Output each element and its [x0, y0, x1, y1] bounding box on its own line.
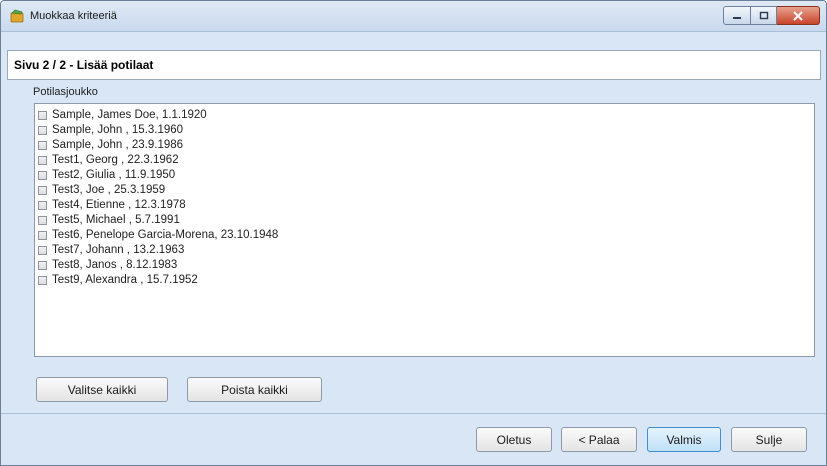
list-item[interactable]: Test5, Michael , 5.7.1991: [38, 213, 180, 227]
checkbox[interactable]: [38, 125, 47, 135]
group-label: Potilasjoukko: [33, 86, 98, 98]
page-title: Sivu 2 / 2 - Lisää potilaat: [14, 58, 154, 72]
list-item[interactable]: Test7, Johann , 13.2.1963: [38, 243, 184, 257]
checkbox[interactable]: [38, 245, 47, 255]
patient-label: Test6, Penelope Garcia-Morena, 23.10.194…: [52, 229, 279, 241]
checkbox[interactable]: [38, 185, 47, 195]
checkbox[interactable]: [38, 275, 47, 285]
finish-button[interactable]: Valmis: [647, 427, 721, 452]
title-bar[interactable]: Muokkaa kriteeriä: [1, 1, 826, 32]
list-item[interactable]: Sample, John , 23.9.1986: [38, 138, 183, 152]
patient-label: Test8, Janos , 8.12.1983: [52, 259, 178, 271]
close-icon: [793, 10, 803, 21]
checkbox[interactable]: [38, 110, 47, 120]
patient-label: Test5, Michael , 5.7.1991: [52, 214, 180, 226]
minimize-button[interactable]: [723, 6, 751, 25]
patient-label: Test3, Joe , 25.3.1959: [52, 184, 166, 196]
minimize-icon: [733, 16, 741, 19]
list-item[interactable]: Test2, Giulia , 11.9.1950: [38, 168, 175, 182]
window-controls: [723, 6, 820, 25]
maximize-icon: [759, 11, 768, 19]
checkbox[interactable]: [38, 200, 47, 210]
list-item[interactable]: Sample, John , 15.3.1960: [38, 123, 183, 137]
select-all-button[interactable]: Valitse kaikki: [36, 377, 168, 402]
page-header: Sivu 2 / 2 - Lisää potilaat: [7, 50, 821, 80]
list-item[interactable]: Test3, Joe , 25.3.1959: [38, 183, 165, 197]
patient-label: Sample, John , 23.9.1986: [52, 139, 184, 151]
patient-label: Sample, John , 15.3.1960: [52, 124, 184, 136]
checkbox[interactable]: [38, 155, 47, 165]
maximize-button[interactable]: [751, 6, 777, 25]
clear-all-button[interactable]: Poista kaikki: [187, 377, 322, 402]
close-window-button[interactable]: [777, 6, 820, 25]
list-item[interactable]: Test8, Janos , 8.12.1983: [38, 258, 177, 272]
edit-criteria-dialog: Muokkaa kriteeriä Sivu 2 / 2 - Lisää pot…: [0, 0, 827, 466]
checkbox[interactable]: [38, 170, 47, 180]
app-icon: [10, 9, 24, 23]
list-item[interactable]: Test4, Etienne , 12.3.1978: [38, 198, 186, 212]
list-item[interactable]: Test6, Penelope Garcia-Morena, 23.10.194…: [38, 228, 278, 242]
patient-label: Test4, Etienne , 12.3.1978: [52, 199, 186, 211]
patient-label: Test1, Georg , 22.3.1962: [52, 154, 179, 166]
patient-group: Potilasjoukko Sample, James Doe, 1.1.192…: [26, 86, 825, 405]
list-item[interactable]: Test1, Georg , 22.3.1962: [38, 153, 179, 167]
footer-divider: [1, 413, 826, 414]
checkbox[interactable]: [38, 215, 47, 225]
patient-label: Test7, Johann , 13.2.1963: [52, 244, 185, 256]
patient-label: Test2, Giulia , 11.9.1950: [52, 169, 176, 181]
patient-list[interactable]: Sample, James Doe, 1.1.1920 Sample, John…: [34, 103, 815, 357]
default-button[interactable]: Oletus: [476, 427, 552, 452]
checkbox[interactable]: [38, 260, 47, 270]
checkbox[interactable]: [38, 230, 47, 240]
patient-label: Test9, Alexandra , 15.7.1952: [52, 274, 198, 286]
patient-label: Sample, James Doe, 1.1.1920: [52, 109, 207, 121]
close-button[interactable]: Sulje: [731, 427, 807, 452]
back-button[interactable]: < Palaa: [561, 427, 637, 452]
list-item[interactable]: Sample, James Doe, 1.1.1920: [38, 108, 207, 122]
window-title: Muokkaa kriteeriä: [30, 10, 117, 22]
checkbox[interactable]: [38, 140, 47, 150]
list-item[interactable]: Test9, Alexandra , 15.7.1952: [38, 273, 198, 287]
